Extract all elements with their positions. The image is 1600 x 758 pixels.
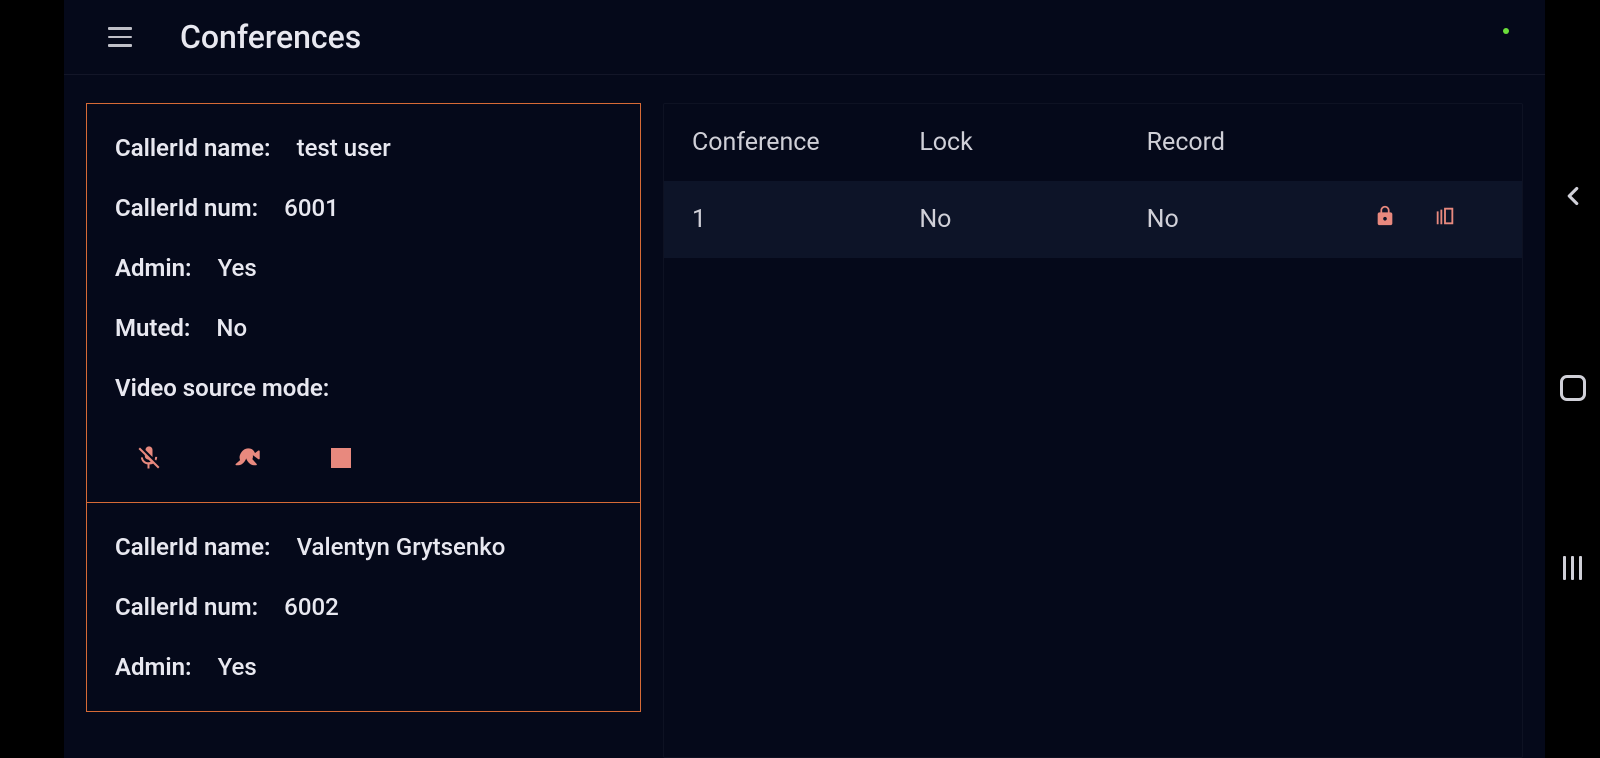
caller-id-num-label: CallerId num: xyxy=(115,194,258,222)
cell-conference: 1 xyxy=(692,205,919,234)
video-source-label: Video source mode: xyxy=(115,374,329,402)
muted-value: No xyxy=(216,314,247,342)
callers-panel: CallerId name: test user CallerId num: 6… xyxy=(86,103,641,758)
table-header: Conference Lock Record xyxy=(664,104,1522,181)
table-row[interactable]: 1 No No xyxy=(664,181,1522,258)
nav-recents-button[interactable] xyxy=(1563,556,1582,580)
caller-id-name-label: CallerId name: xyxy=(115,533,271,561)
conferences-table: Conference Lock Record 1 No No xyxy=(663,103,1523,758)
menu-button[interactable] xyxy=(100,19,140,55)
caller-card[interactable]: CallerId name: Valentyn Grytsenko Caller… xyxy=(86,503,641,712)
caller-id-num-value: 6001 xyxy=(284,194,339,222)
lock-icon[interactable] xyxy=(1374,205,1396,227)
admin-row: Admin: Yes xyxy=(115,254,612,282)
cell-record: No xyxy=(1147,205,1374,234)
caller-id-name-label: CallerId name: xyxy=(115,134,271,162)
caller-id-num-label: CallerId num: xyxy=(115,593,258,621)
column-header-record: Record xyxy=(1147,128,1374,157)
admin-value: Yes xyxy=(218,254,257,282)
content-area: CallerId name: test user CallerId num: 6… xyxy=(64,75,1545,758)
connection-status-indicator xyxy=(1503,28,1509,34)
admin-row: Admin: Yes xyxy=(115,653,612,681)
video-source-row: Video source mode: xyxy=(115,374,612,402)
muted-label: Muted: xyxy=(115,314,190,342)
caller-id-name-row: CallerId name: Valentyn Grytsenko xyxy=(115,533,612,561)
caller-actions xyxy=(115,444,612,472)
caller-id-name-value: Valentyn Grytsenko xyxy=(297,533,506,561)
caller-id-name-row: CallerId name: test user xyxy=(115,134,612,162)
muted-row: Muted: No xyxy=(115,314,612,342)
video-icon[interactable] xyxy=(233,444,261,472)
admin-label: Admin: xyxy=(115,254,192,282)
admin-label: Admin: xyxy=(115,653,192,681)
main-content: Conferences CallerId name: test user Cal… xyxy=(64,0,1545,758)
system-navigation-bar xyxy=(1545,0,1600,758)
stop-icon[interactable] xyxy=(331,448,351,468)
nav-home-button[interactable] xyxy=(1560,375,1586,401)
caller-id-num-row: CallerId num: 6001 xyxy=(115,194,612,222)
caller-id-num-value: 6002 xyxy=(284,593,339,621)
column-header-conference: Conference xyxy=(692,128,919,157)
nav-back-button[interactable] xyxy=(1558,178,1588,220)
caller-card[interactable]: CallerId name: test user CallerId num: 6… xyxy=(86,103,641,503)
status-bar-margin xyxy=(0,0,64,758)
records-stack-icon[interactable] xyxy=(1434,205,1456,227)
mute-mic-icon[interactable] xyxy=(135,444,163,472)
caller-id-num-row: CallerId num: 6002 xyxy=(115,593,612,621)
admin-value: Yes xyxy=(218,653,257,681)
header: Conferences xyxy=(64,0,1545,75)
column-header-lock: Lock xyxy=(919,128,1146,157)
page-title: Conferences xyxy=(180,18,361,56)
cell-lock: No xyxy=(919,205,1146,234)
caller-id-name-value: test user xyxy=(297,134,391,162)
